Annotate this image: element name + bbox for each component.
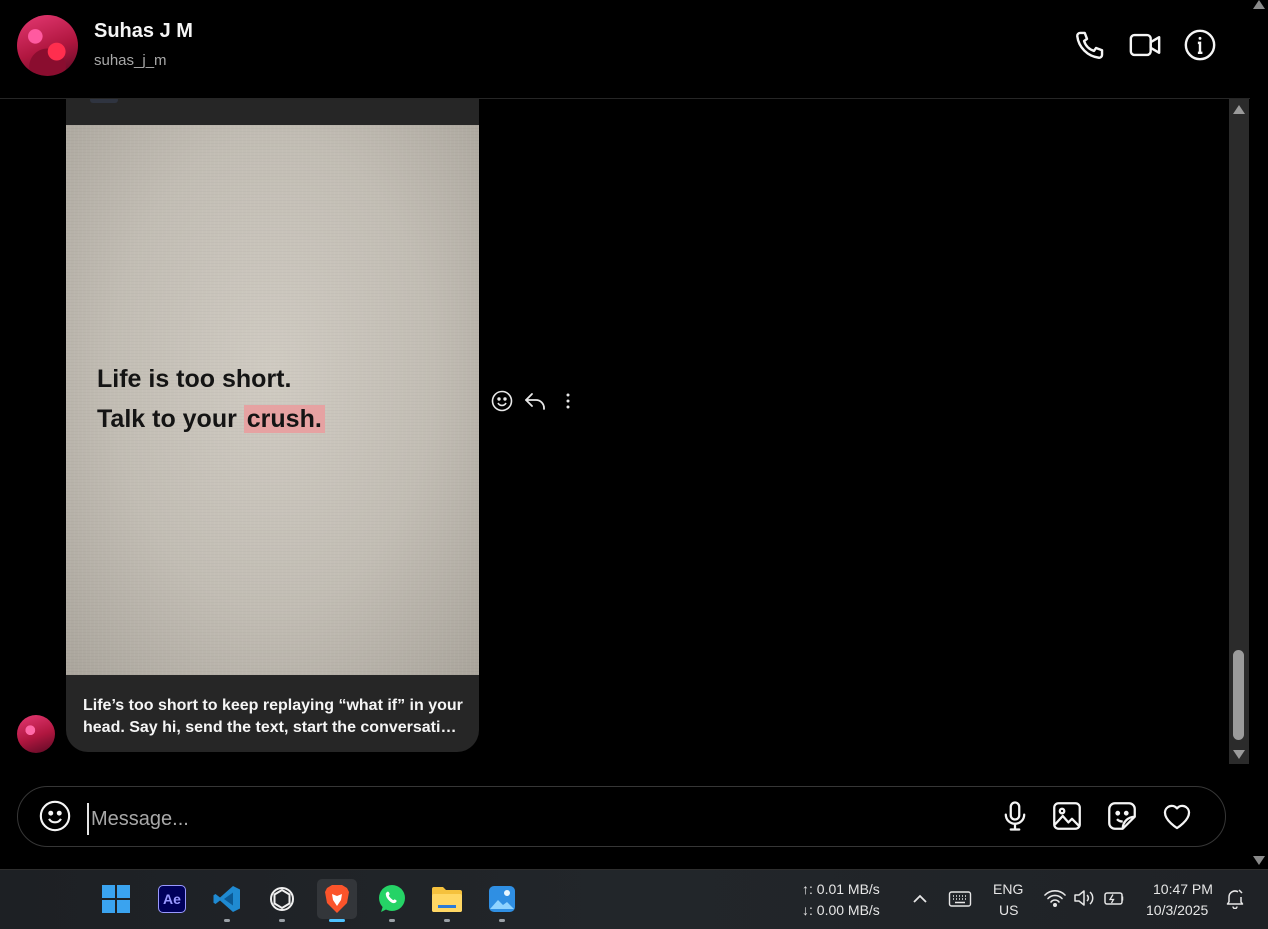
vscode-indicator <box>224 919 230 922</box>
sender-avatar[interactable] <box>17 715 55 753</box>
contact-avatar[interactable] <box>17 15 78 76</box>
network-download-speed: ↓: 0.00 MB/s <box>802 902 880 918</box>
message-thread: Life is too short. Talk to your crush. L… <box>0 99 1228 764</box>
chevron-up-icon[interactable] <box>911 890 929 913</box>
volume-icon[interactable] <box>1072 887 1096 914</box>
scroll-down-arrow-icon[interactable] <box>1233 750 1245 759</box>
reply-icon[interactable] <box>523 389 547 413</box>
input-language[interactable]: ENG <box>993 881 1023 897</box>
microphone-icon[interactable] <box>998 799 1032 833</box>
brave-indicator <box>329 919 345 922</box>
heart-icon[interactable] <box>1160 799 1194 833</box>
contact-handle: suhas_j_m <box>94 52 167 69</box>
chatgpt-icon <box>270 887 294 911</box>
post-quote-highlight: crush. <box>243 405 325 433</box>
wifi-icon[interactable] <box>1043 887 1067 914</box>
notifications-icon[interactable] <box>1224 887 1246 914</box>
file-explorer-app[interactable] <box>427 879 467 919</box>
page-scroll-down-icon[interactable] <box>1253 856 1265 865</box>
photos-indicator <box>499 919 505 922</box>
photos-icon <box>489 886 515 912</box>
clock-time[interactable]: 10:47 PM <box>1153 881 1213 897</box>
gallery-icon[interactable] <box>1050 799 1084 833</box>
page-scroll-up-icon[interactable] <box>1253 0 1265 9</box>
chat-header <box>0 0 1250 99</box>
post-quote-prefix: Talk to your <box>97 405 244 433</box>
sticker-icon[interactable] <box>1105 799 1139 833</box>
battery-charging-icon[interactable] <box>1101 887 1127 914</box>
emoji-icon[interactable] <box>38 799 72 833</box>
page-scrollbar[interactable] <box>1250 0 1268 868</box>
photos-app[interactable] <box>482 879 522 919</box>
brave-app[interactable] <box>317 879 357 919</box>
message-input[interactable] <box>87 803 973 835</box>
file-explorer-indicator <box>444 919 450 922</box>
post-quote-line1: Life is too short. <box>97 365 292 393</box>
contact-name[interactable]: Suhas J M <box>94 20 193 43</box>
after-effects-app[interactable]: Ae <box>152 879 192 919</box>
post-caption: Life’s too short to keep replaying “what… <box>83 695 469 739</box>
whatsapp-app[interactable] <box>372 879 412 919</box>
shared-post-image[interactable] <box>66 125 479 675</box>
start-button[interactable] <box>96 879 136 919</box>
input-region[interactable]: US <box>999 902 1018 918</box>
video-call-icon[interactable] <box>1128 28 1162 62</box>
after-effects-icon: Ae <box>158 885 186 913</box>
vscode-icon <box>213 886 240 912</box>
vscode-app[interactable] <box>207 879 247 919</box>
previous-message-edge <box>66 99 479 125</box>
network-upload-speed: ↑: 0.01 MB/s <box>802 881 880 897</box>
post-caption-line2: head. Say hi, send the text, start the c… <box>83 719 459 736</box>
info-icon[interactable] <box>1183 28 1217 62</box>
keyboard-icon[interactable] <box>948 889 972 914</box>
chatgpt-indicator <box>279 919 285 922</box>
more-options-icon[interactable] <box>556 389 580 413</box>
phone-icon[interactable] <box>1073 28 1107 62</box>
folder-icon <box>432 887 462 912</box>
chat-scrollbar-thumb[interactable] <box>1233 650 1244 740</box>
brave-icon <box>325 885 349 913</box>
whatsapp-indicator <box>389 919 395 922</box>
whatsapp-icon <box>379 885 405 912</box>
chatgpt-app[interactable] <box>262 879 302 919</box>
scroll-up-arrow-icon[interactable] <box>1233 105 1245 114</box>
post-quote-line2: Talk to your crush. <box>97 405 325 434</box>
emoji-react-icon[interactable] <box>490 389 514 413</box>
post-caption-line1: Life’s too short to keep replaying “what… <box>83 697 463 714</box>
clock-date[interactable]: 10/3/2025 <box>1146 902 1208 918</box>
